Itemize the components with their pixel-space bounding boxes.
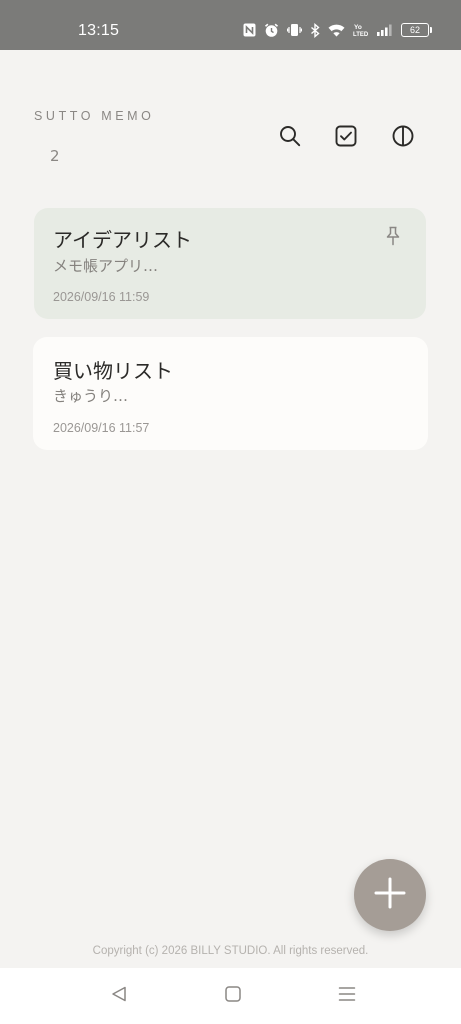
recents-button[interactable] [335, 985, 359, 1007]
memo-title: アイデアリスト [53, 228, 192, 252]
pin-icon[interactable] [384, 226, 402, 246]
copyright-text: Copyright (c) 2026 BILLY STUDIO. All rig… [92, 945, 369, 957]
bluetooth-icon [310, 22, 320, 38]
memo-count: 2 [50, 147, 60, 165]
status-bar: 13:15 Yo LTED 62 [0, 0, 461, 50]
search-button[interactable] [276, 124, 304, 152]
add-memo-button[interactable] [354, 859, 426, 931]
search-icon [278, 124, 302, 152]
back-icon [110, 985, 128, 1007]
system-nav-bar [0, 968, 461, 1024]
home-icon [224, 985, 242, 1007]
back-button[interactable] [107, 985, 131, 1007]
nfc-icon [243, 23, 256, 37]
status-time: 13:15 [78, 22, 120, 39]
memo-preview: メモ帳アプリ… [53, 257, 159, 275]
signal-icon [377, 24, 393, 36]
status-icons: Yo LTED 62 [243, 21, 432, 39]
theme-toggle-icon [391, 124, 415, 152]
svg-text:Yo: Yo [354, 24, 362, 31]
battery-icon: 62 [401, 23, 432, 37]
plus-icon [373, 876, 407, 914]
alarm-icon [264, 23, 279, 38]
app-title: SUTTO MEMO [34, 109, 155, 123]
home-button[interactable] [221, 985, 245, 1007]
memo-preview: きゅうり… [53, 387, 129, 405]
memo-date: 2026/09/16 11:57 [53, 421, 150, 435]
select-mode-button[interactable] [332, 124, 360, 152]
svg-text:LTED: LTED [353, 32, 369, 37]
memo-title: 買い物リスト [53, 359, 173, 383]
memo-date: 2026/09/16 11:59 [53, 290, 150, 304]
memo-card[interactable]: 買い物リスト きゅうり… 2026/09/16 11:57 [33, 337, 428, 450]
vibrate-icon [287, 23, 302, 37]
checkbox-select-icon [334, 124, 358, 152]
recents-icon [338, 985, 356, 1007]
wifi-icon [328, 24, 345, 37]
theme-toggle-button[interactable] [389, 124, 417, 152]
volte-icon: Yo LTED [353, 23, 369, 37]
memo-card[interactable]: アイデアリスト メモ帳アプリ… 2026/09/16 11:59 [34, 208, 426, 319]
